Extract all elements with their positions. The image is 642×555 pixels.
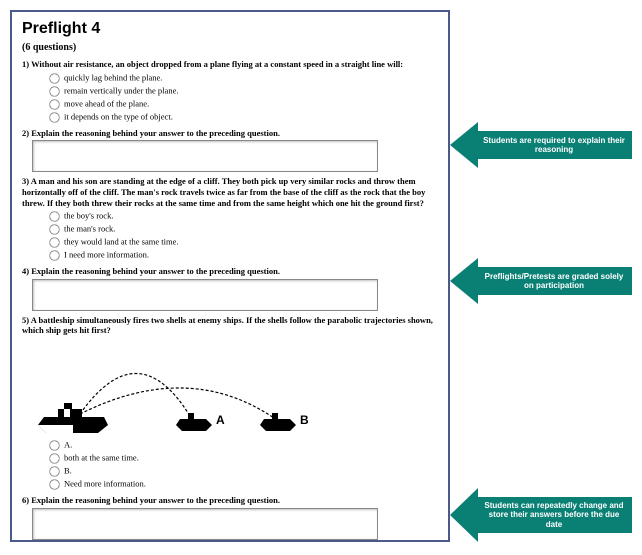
q5-choice-3[interactable]: Need more information.: [48, 478, 438, 491]
battleship-diagram: A B: [38, 342, 338, 437]
q3-choices: the boy's rock. the man's rock. they wou…: [48, 210, 438, 262]
arrow-left-icon: [450, 488, 478, 542]
layout-wrap: Preflight 4 (6 questions) 1) Without air…: [10, 10, 630, 545]
callout-text: Preflights/Pretests are graded solely on…: [476, 267, 632, 295]
question-count: (6 questions): [22, 42, 438, 53]
arrow-left-icon: [450, 258, 478, 304]
q5-choice-1[interactable]: both at the same time.: [48, 452, 438, 465]
ship-a-icon: [176, 411, 212, 431]
q1-choices: quickly lag behind the plane. remain ver…: [48, 72, 438, 124]
q1-num: 1): [22, 59, 29, 69]
battleship-icon: [38, 403, 108, 433]
q1-choice-0[interactable]: quickly lag behind the plane.: [48, 72, 438, 85]
callout-explain-reasoning: Students are required to explain their r…: [450, 122, 632, 168]
ship-b-label: B: [300, 413, 309, 427]
q6-textarea[interactable]: [32, 508, 378, 540]
q6-num: 6): [22, 495, 29, 505]
q6-text: 6) Explain the reasoning behind your ans…: [22, 495, 438, 506]
callout-store-answers: Students can repeatedly change and store…: [450, 488, 632, 542]
q4-prompt: Explain the reasoning behind your answer…: [31, 266, 280, 276]
callout-graded-participation: Preflights/Pretests are graded solely on…: [450, 258, 632, 304]
preflight-panel: Preflight 4 (6 questions) 1) Without air…: [10, 10, 450, 542]
q5-text: 5) A battleship simultaneously fires two…: [22, 315, 438, 336]
q3-choice-1[interactable]: the man's rock.: [48, 223, 438, 236]
q2-textarea[interactable]: [32, 140, 378, 172]
q3-num: 3): [22, 176, 29, 186]
q5-num: 5): [22, 315, 29, 325]
page-title: Preflight 4: [22, 20, 438, 38]
q5-choices: A. both at the same time. B. Need more i…: [48, 439, 438, 491]
q2-num: 2): [22, 128, 29, 138]
q4-text: 4) Explain the reasoning behind your ans…: [22, 266, 438, 277]
q3-choice-2[interactable]: they would land at the same time.: [48, 236, 438, 249]
q1-prompt: Without air resistance, an object droppe…: [31, 59, 403, 69]
q2-prompt: Explain the reasoning behind your answer…: [31, 128, 280, 138]
ship-b-icon: [260, 411, 296, 431]
q3-text: 3) A man and his son are standing at the…: [22, 176, 438, 208]
q5-prompt: A battleship simultaneously fires two sh…: [22, 315, 433, 336]
q2-text: 2) Explain the reasoning behind your ans…: [22, 128, 438, 139]
q4-textarea[interactable]: [32, 279, 378, 311]
arrow-left-icon: [450, 122, 478, 168]
q5-choice-2[interactable]: B.: [48, 465, 438, 478]
q1-choice-1[interactable]: remain vertically under the plane.: [48, 85, 438, 98]
q5-choice-0[interactable]: A.: [48, 439, 438, 452]
q1-text: 1) Without air resistance, an object dro…: [22, 59, 438, 70]
q3-prompt: A man and his son are standing at the ed…: [22, 176, 425, 207]
callout-text: Students are required to explain their r…: [476, 131, 632, 159]
q1-choice-3[interactable]: it depends on the type of object.: [48, 111, 438, 124]
q1-choice-2[interactable]: move ahead of the plane.: [48, 98, 438, 111]
callout-text: Students can repeatedly change and store…: [476, 497, 632, 533]
q6-prompt: Explain the reasoning behind your answer…: [31, 495, 280, 505]
ship-a-label: A: [216, 413, 225, 427]
q3-choice-0[interactable]: the boy's rock.: [48, 210, 438, 223]
q4-num: 4): [22, 266, 29, 276]
q3-choice-3[interactable]: I need more information.: [48, 249, 438, 262]
